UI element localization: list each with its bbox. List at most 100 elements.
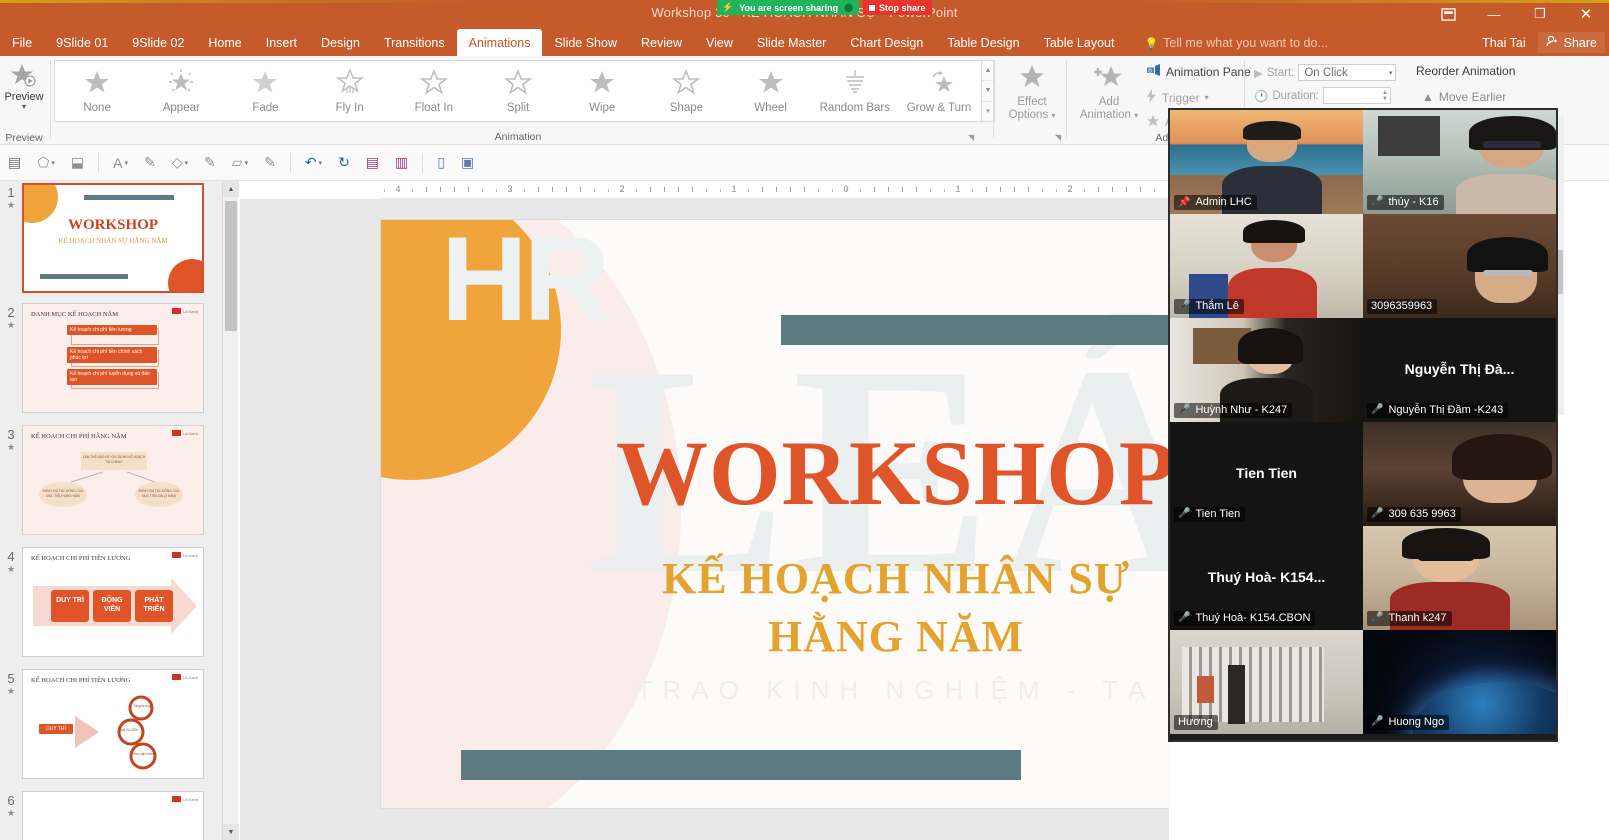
toolbar-save[interactable]: ▤ [358, 149, 387, 177]
toolbar-slideshow[interactable]: ▣ [453, 149, 482, 177]
slide-thumbnail-4[interactable]: 4 ★ Lá Xanh KẾ HOẠCH CHI PHÍ TIỀN LƯƠNG DUY … [0, 547, 222, 657]
slide-thumbnail-panel[interactable]: 1 ★ WORKSHOP KẾ HOẠCH NHÂN SỰ HẰNG NĂM 2 ★ Lá … [0, 181, 222, 840]
toolbar-font-color[interactable]: A ▾ [105, 149, 136, 177]
current-slide[interactable]: HR LEÁ WORKSHOP KẾ HOẠCH NHÂN SỰ HẰNG NĂ… [380, 219, 1169, 809]
chevron-down-icon[interactable]: ▾ [185, 159, 189, 167]
slide-thumbnail-5[interactable]: 5 ★ Lá Xanh KẾ HOẠCH CHI PHÍ TIỀN LƯƠNG DUY … [0, 669, 222, 779]
slide-panel-scroll-down[interactable]: ▼ [223, 824, 239, 840]
slide-panel-scroll-thumb[interactable] [225, 201, 237, 331]
restore-button[interactable]: ❐ [1517, 0, 1563, 28]
animation-effect-appear[interactable]: Appear [139, 61, 223, 121]
animation-indicator-star-icon[interactable]: ★ [0, 200, 22, 211]
slide-thumbnail-2[interactable]: 2 ★ Lá Xanh DANH MỤC KẾ HOẠCH NĂM Kế hoạch c… [0, 303, 222, 413]
toolbar-fill-pen[interactable]: ✎ [196, 149, 224, 177]
tab-animations[interactable]: Animations [456, 29, 543, 56]
animation-effect-fly-in[interactable]: Fly In [308, 61, 392, 121]
tab-insert[interactable]: Insert [254, 30, 309, 56]
slide-thumbnail-6[interactable]: 6 ★ Lá Xanh [0, 791, 222, 840]
tab-table-design[interactable]: Table Design [935, 30, 1031, 56]
slide-thumbnail-canvas[interactable]: WORKSHOP KẾ HOẠCH NHÂN SỰ HẰNG NĂM [22, 183, 204, 293]
add-animation-button[interactable]: Add Animation ▾ [1076, 56, 1142, 122]
tell-me-search[interactable]: 💡 Tell me what you want to do... [1134, 30, 1337, 56]
participant-tile-10[interactable]: 🎤 Thanh k247 [1363, 526, 1556, 630]
animation-pane-button[interactable]: ⏱ Animation Pane [1146, 64, 1251, 80]
minimize-button[interactable]: — [1471, 0, 1517, 28]
participant-tile-2[interactable]: 🎤 thúy - K16 [1363, 110, 1556, 214]
preview-button[interactable]: Preview ▾ [0, 56, 48, 111]
animation-dialog-launcher-icon[interactable]: ◥ [968, 133, 974, 142]
tab-9slide-01[interactable]: 9Slide 01 [44, 30, 120, 56]
participant-tile-1[interactable]: 📌 Admin LHC [1170, 110, 1363, 214]
share-button[interactable]: Share [1537, 32, 1605, 53]
chevron-down-icon[interactable]: ▾ [125, 159, 129, 167]
toolbar-text-box[interactable]: ▤ [0, 149, 29, 177]
tab-review[interactable]: Review [629, 30, 694, 56]
slide-canvas-area[interactable]: HR LEÁ WORKSHOP KẾ HOẠCH NHÂN SỰ HẰNG NĂ… [240, 199, 1169, 840]
slide-decor-bar-top[interactable] [781, 315, 1169, 345]
tab-9slide-02[interactable]: 9Slide 02 [120, 30, 196, 56]
close-button[interactable]: ✕ [1563, 0, 1609, 28]
tab-file[interactable]: File [0, 30, 44, 56]
tab-table-layout[interactable]: Table Layout [1032, 30, 1127, 56]
animation-indicator-star-icon[interactable]: ★ [0, 320, 22, 331]
chevron-down-icon[interactable]: ▾ [245, 159, 249, 167]
animation-indicator-star-icon[interactable]: ★ [0, 564, 22, 575]
animation-effect-fade[interactable]: Fade [223, 61, 307, 121]
tab-slide-master[interactable]: Slide Master [745, 30, 838, 56]
effect-options-button[interactable]: Effect Options ▾ [996, 56, 1068, 122]
slide-decor-bar-bottom[interactable] [461, 750, 1021, 780]
toolbar-save-as[interactable]: ▥ [387, 149, 416, 177]
slide-thumbnail-canvas[interactable]: Lá Xanh KẾ HOẠCH CHI PHÍ TIỀN LƯƠNG DUY TR… [22, 547, 204, 657]
chevron-down-icon[interactable]: ▾ [319, 159, 323, 167]
animation-effect-wipe[interactable]: Wipe [560, 61, 644, 121]
tab-home[interactable]: Home [196, 30, 253, 56]
participant-tile-5[interactable]: 🎤 Huỳnh Như - K247 [1170, 318, 1363, 422]
stop-share-button[interactable]: Stop share [863, 0, 932, 15]
tab-chart-design[interactable]: Chart Design [838, 30, 935, 56]
tab-design[interactable]: Design [309, 30, 372, 56]
participant-tile-6[interactable]: Nguyễn Thị Đà... 🎤 Nguyễn Thị Đầm -K243 [1363, 318, 1556, 422]
effect-dialog-launcher-icon[interactable]: ◥ [1055, 133, 1061, 142]
slide-thumbnail-canvas[interactable]: Lá Xanh KẾ HOẠCH CHI PHÍ HẰNG NĂM LÀM THẾ … [22, 425, 204, 535]
toolbar-shape-select[interactable]: ⬠ ▾ [29, 149, 63, 177]
toolbar-format-painter-pen[interactable]: ✎ [136, 149, 164, 177]
participant-tile-11[interactable]: Hương [1170, 630, 1363, 734]
duration-spinner-icon[interactable]: ▲ ▼ [1382, 90, 1388, 102]
animation-effect-random-bars[interactable]: Random Bars [813, 61, 897, 121]
toolbar-insert-shape[interactable]: ⬓ [63, 149, 92, 177]
animation-indicator-star-icon[interactable]: ★ [0, 686, 22, 697]
animation-effect-none[interactable]: None [55, 61, 139, 121]
animation-effect-split[interactable]: Split [476, 61, 560, 121]
slide-subheading[interactable]: KẾ HOẠCH NHÂN SỰ HẰNG NĂM [381, 550, 1169, 666]
toolbar-new-slide[interactable]: ▯ [429, 149, 453, 177]
toolbar-redo[interactable]: ↻ [330, 149, 358, 177]
slide-thumbnail-canvas[interactable]: Lá Xanh [22, 791, 204, 840]
duration-input[interactable]: ▲ ▼ [1323, 87, 1391, 104]
animation-effect-grow-turn[interactable]: Grow & Turn [897, 61, 981, 121]
chevron-down-icon[interactable]: ▾ [51, 159, 55, 167]
tab-slide-show[interactable]: Slide Show [542, 30, 629, 56]
user-account-name[interactable]: Thai Tai [1482, 36, 1526, 50]
slide-thumbnail-canvas[interactable]: Lá Xanh KẾ HOẠCH CHI PHÍ TIỀN LƯƠNG DUY TR… [22, 669, 204, 779]
animation-effect-wheel[interactable]: Wheel [729, 61, 813, 121]
trigger-button[interactable]: Trigger ▾ [1146, 89, 1209, 106]
ribbon-display-options-icon[interactable] [1425, 0, 1471, 28]
trigger-chevron-down-icon[interactable]: ▾ [1205, 93, 1209, 102]
slide-thumbnail-1[interactable]: 1 ★ WORKSHOP KẾ HOẠCH NHÂN SỰ HẰNG NĂM [0, 183, 222, 293]
slide-panel-scrollbar[interactable]: ▲ ▼ [222, 181, 239, 840]
toolbar-undo[interactable]: ↶ ▾ [297, 149, 330, 177]
animation-gallery[interactable]: None Appear Fade Fly In Float In Split Wipe Sha… [54, 60, 982, 122]
toolbar-shape-outline[interactable]: ▱ ▾ [224, 149, 256, 177]
participant-tile-9[interactable]: Thuý Hoà- K154... 🎤 Thuý Hoà- K154.CBON [1170, 526, 1363, 630]
move-earlier-button[interactable]: ▲ Move Earlier [1422, 90, 1506, 104]
animation-effect-shape[interactable]: Shape [644, 61, 728, 121]
animation-effect-float-in[interactable]: Float In [392, 61, 476, 121]
toolbar-outline-pen[interactable]: ✎ [256, 149, 284, 177]
participant-tile-3[interactable]: 🎤 Thắm Lê [1170, 214, 1363, 318]
slide-heading[interactable]: WORKSHOP [381, 420, 1169, 526]
start-select[interactable]: On Click ▾ [1298, 64, 1397, 81]
participant-tile-8[interactable]: 🎤 309 635 9963 [1363, 422, 1556, 526]
toolbar-shape-fill[interactable]: ◇ ▾ [164, 149, 196, 177]
animation-indicator-star-icon[interactable]: ★ [0, 442, 22, 453]
tab-transitions[interactable]: Transitions [372, 30, 457, 56]
